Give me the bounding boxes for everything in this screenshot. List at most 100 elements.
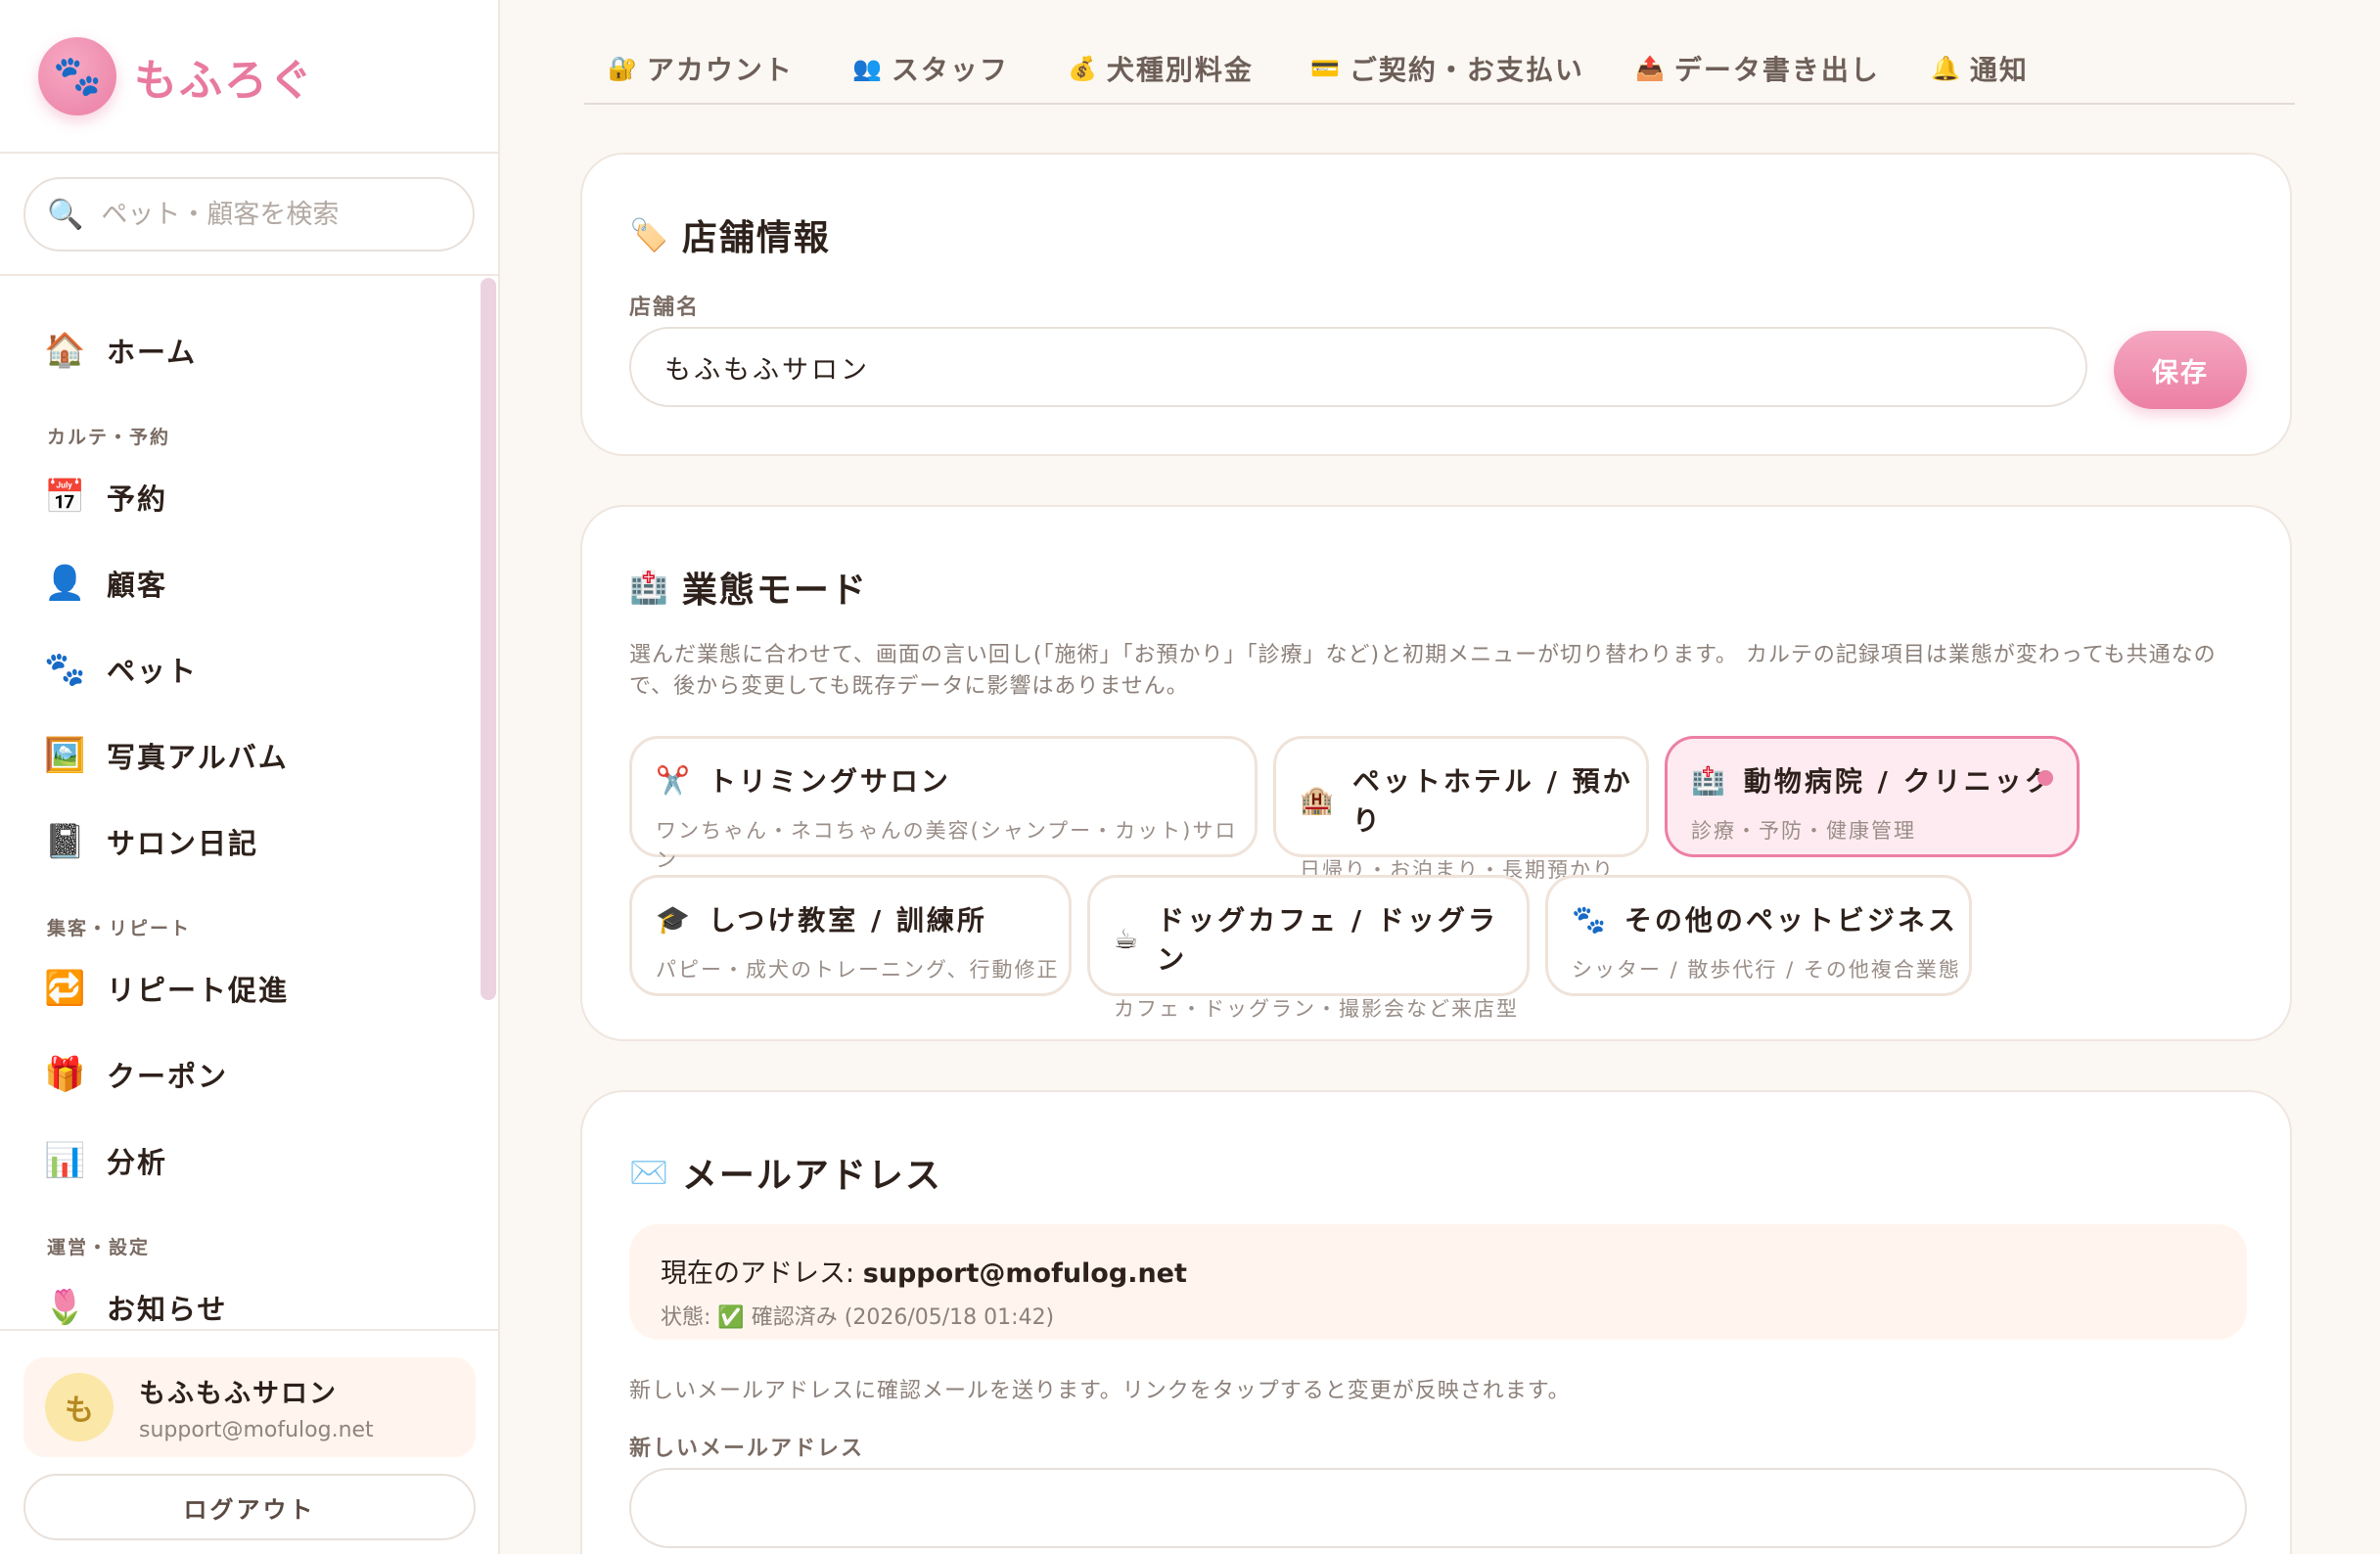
bell-icon: 🔔 (1931, 55, 1962, 82)
credit-card-icon: 💳 (1310, 55, 1342, 82)
hospital-icon: 🏥 (1691, 763, 1728, 797)
outbox-icon: 📤 (1635, 55, 1667, 82)
mode-sub: ワンちゃん・ネコちゃんの美容(シャンプー・カット)サロン (656, 819, 1238, 872)
search-input[interactable] (101, 199, 454, 230)
new-email-label: 新しいメールアドレス (629, 1437, 865, 1461)
sidebar-item-label: ペット (107, 655, 199, 688)
selected-indicator (2037, 770, 2053, 786)
mode-name-text: トリミングサロン (708, 765, 951, 798)
mode-name-text: しつけ教室 / 訓練所 (708, 904, 987, 937)
card-title: 🏷️ 店舗情報 (629, 209, 831, 260)
sidebar-item-home[interactable]: 🏠 ホーム (44, 321, 197, 380)
sidebar-item-album[interactable]: 🖼️ 写真アルバム (44, 726, 289, 785)
search-box[interactable]: 🔍 (23, 177, 475, 251)
tab-account[interactable]: 🔐 アカウント (608, 49, 794, 88)
user-area: も もふもふサロン support@mofulog.net ログアウト (0, 1329, 500, 1554)
mode-name-text: 動物病院 / クリニック (1743, 765, 2055, 798)
sidebar: 🐾 もふろぐ 🔍 🏠 ホーム カルテ・予約 📅 予約 👤 顧客 🐾 ペット 🖼️ (0, 0, 500, 1554)
mode-sub: カフェ・ドッグラン・撮影会など来店型 (1114, 997, 1519, 1021)
tab-notification[interactable]: 🔔 通知 (1931, 49, 2029, 88)
store-name-input[interactable] (629, 327, 2087, 407)
tab-export[interactable]: 📤 データ書き出し (1635, 49, 1880, 88)
sidebar-item-label: リピート促進 (107, 974, 290, 1007)
user-name: もふもふサロン (139, 1379, 338, 1409)
tab-label: スタッフ (891, 54, 1009, 86)
mode-option-clinic[interactable]: 🏥 動物病院 / クリニック 診療・予防・健康管理 (1665, 736, 2080, 857)
tab-breed-pricing[interactable]: 💰 犬種別料金 (1068, 49, 1254, 88)
person-icon: 👤 (44, 564, 86, 603)
current-email-box: 現在のアドレス: support@mofulog.net 状態: ✅ 確認済み … (629, 1224, 2247, 1340)
lock-icon: 🔐 (608, 55, 639, 82)
sidebar-item-label: 予約 (107, 482, 168, 516)
sidebar-item-label: 顧客 (107, 569, 168, 602)
logout-button[interactable]: ログアウト (23, 1474, 476, 1540)
hospital-icon: 🏥 (629, 569, 670, 606)
tab-staff[interactable]: 👥 スタッフ (852, 49, 1009, 88)
sidebar-item-diary[interactable]: 📓 サロン日記 (44, 812, 258, 871)
house-icon: 🏠 (44, 331, 86, 370)
mode-sub: シッター / 散歩代行 / その他複合業態 (1572, 958, 1961, 982)
tulip-icon: 🌷 (44, 1288, 86, 1327)
email-card: ✉️ メールアドレス 現在のアドレス: support@mofulog.net … (580, 1090, 2292, 1554)
brand-name: もふろぐ (134, 55, 314, 106)
sidebar-item-pet[interactable]: 🐾 ペット (44, 640, 198, 699)
tab-billing[interactable]: 💳 ご契約・お支払い (1310, 49, 1584, 88)
current-email-value: support@mofulog.net (862, 1258, 1187, 1289)
save-button[interactable]: 保存 (2114, 331, 2247, 409)
sidebar-scrollbar[interactable] (481, 278, 496, 1000)
coffee-icon: ☕ (1114, 922, 1142, 955)
tab-label: 犬種別料金 (1106, 54, 1254, 86)
mode-option-trimming[interactable]: ✂️ トリミングサロン ワンちゃん・ネコちゃんの美容(シャンプー・カット)サロン (629, 736, 1258, 872)
mode-sub: 診療・予防・健康管理 (1691, 819, 1916, 843)
store-info-card: 🏷️ 店舗情報 店舗名 保存 (580, 153, 2292, 456)
sidebar-item-label: サロン日記 (107, 827, 259, 860)
notebook-icon: 📓 (44, 822, 86, 861)
mode-option-training[interactable]: 🎓 しつけ教室 / 訓練所 パピー・成犬のトレーニング、行動修正 (629, 875, 1072, 996)
mode-option-other[interactable]: 🐾 その他のペットビジネス シッター / 散歩代行 / その他複合業態 (1545, 875, 1972, 996)
search-icon: 🔍 (47, 197, 84, 232)
mode-name: ✂️ トリミングサロン (656, 760, 1255, 800)
mode-name: 🏨 ペットホテル / 預かり (1300, 760, 1646, 839)
picture-icon: 🖼️ (44, 736, 86, 775)
current-email-label: 現在のアドレス: (661, 1258, 863, 1289)
paw-icon: 🐾 (44, 650, 86, 689)
mode-name-text: ペットホテル / 預かり (1351, 765, 1633, 837)
mode-name: 🐾 その他のペットビジネス (1572, 899, 1969, 938)
sidebar-item-label: ホーム (107, 336, 198, 369)
mode-option-hotel[interactable]: 🏨 ペットホテル / 預かり 日帰り・お泊まり・長期預かり (1273, 736, 1649, 882)
current-email-line: 現在のアドレス: support@mofulog.net (661, 1252, 2247, 1290)
sidebar-item-repeat[interactable]: 🔁 リピート促進 (44, 959, 289, 1018)
moneybag-icon: 💰 (1068, 55, 1099, 82)
user-email: support@mofulog.net (139, 1418, 374, 1442)
nav-section-marketing: 集客・リピート (47, 918, 192, 939)
gift-icon: 🎁 (44, 1055, 86, 1094)
business-mode-description: 選んだ業態に合わせて、画面の言い回し(「施術」「お預かり」「診療」など)と初期メ… (629, 643, 2217, 699)
user-info: もふもふサロン support@mofulog.net (139, 1372, 374, 1442)
sidebar-item-label: 分析 (107, 1146, 168, 1179)
tab-label: 通知 (1969, 54, 2029, 86)
card-title-text: 業態モード (681, 571, 868, 611)
people-icon: 👥 (852, 55, 884, 82)
email-status: 状態: ✅ 確認済み (2026/05/18 01:42) (661, 1305, 1055, 1330)
brand[interactable]: 🐾 もふろぐ (0, 0, 498, 154)
tab-label: ご契約・お支払い (1349, 54, 1584, 86)
sidebar-item-label: 写真アルバム (107, 741, 289, 774)
mode-option-dogcafe[interactable]: ☕ ドッグカフェ / ドッグラン カフェ・ドッグラン・撮影会など来店型 (1087, 875, 1530, 1021)
new-email-input[interactable] (629, 1468, 2247, 1548)
search-area: 🔍 (0, 154, 498, 276)
sidebar-item-coupon[interactable]: 🎁 クーポン (44, 1045, 228, 1104)
sidebar-item-notice[interactable]: 🌷 お知らせ (44, 1278, 227, 1329)
user-card[interactable]: も もふもふサロン support@mofulog.net (23, 1357, 476, 1457)
tab-label: データ書き出し (1673, 54, 1880, 86)
graduation-cap-icon: 🎓 (656, 902, 693, 936)
store-name-label: 店舗名 (629, 296, 701, 320)
paw-icon: 🐾 (1572, 902, 1609, 936)
hotel-icon: 🏨 (1300, 783, 1337, 816)
repeat-icon: 🔁 (44, 969, 86, 1008)
sidebar-item-customer[interactable]: 👤 顧客 (44, 554, 167, 613)
sidebar-item-analytics[interactable]: 📊 分析 (44, 1131, 167, 1190)
sidebar-item-reservation[interactable]: 📅 予約 (44, 468, 167, 526)
envelope-icon: ✉️ (629, 1154, 670, 1191)
nav-section-karte: カルテ・予約 (47, 427, 171, 448)
tab-label: アカウント (646, 54, 794, 86)
